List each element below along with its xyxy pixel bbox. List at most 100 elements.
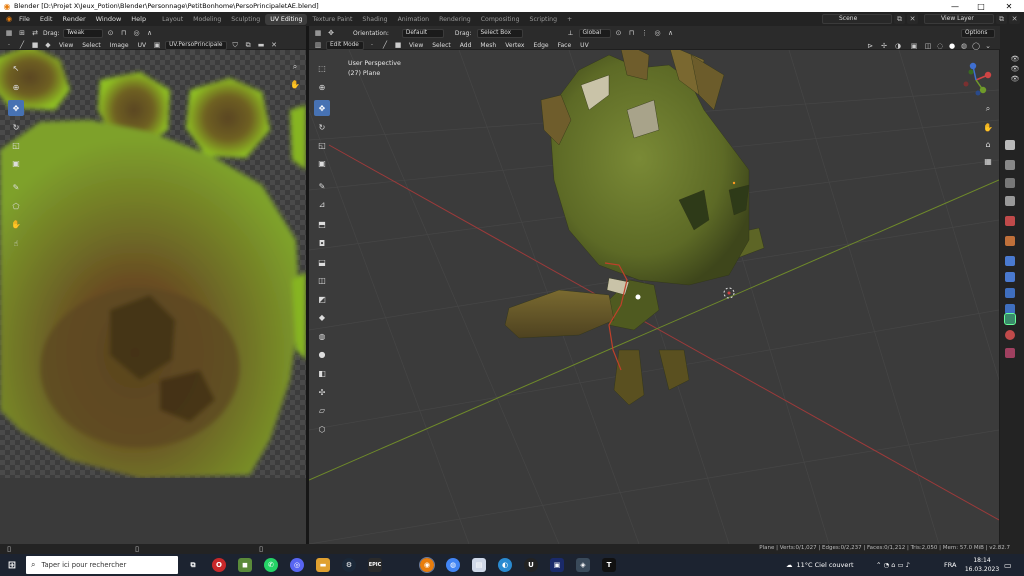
tool-poly-build-icon[interactable]: ◆	[314, 309, 330, 325]
menu-file[interactable]: File	[14, 15, 35, 23]
viewport-menu-face[interactable]: Face	[555, 42, 575, 49]
discord-icon[interactable]: ◎	[290, 558, 304, 572]
tab-layout[interactable]: Layout	[157, 14, 188, 25]
falloff-icon[interactable]: ∧	[145, 28, 155, 38]
tool-bevel-icon[interactable]: ⬓	[314, 254, 330, 270]
viewport-pan-icon[interactable]: ✋	[981, 120, 995, 134]
steam-icon[interactable]: ⚙	[342, 558, 356, 572]
minecraft-icon[interactable]: ◼	[238, 558, 252, 572]
navigation-gizmo[interactable]	[959, 62, 995, 98]
prop-particles-icon[interactable]	[1005, 272, 1015, 282]
scene-copy-icon[interactable]: ⧉	[894, 14, 905, 24]
windows-start-icon[interactable]: ⊞	[5, 558, 19, 572]
uv-face-mode-icon[interactable]: ■	[30, 40, 40, 50]
unreal-icon[interactable]: U	[524, 558, 538, 572]
tab-compositing[interactable]: Compositing	[476, 14, 525, 25]
tool-smooth-icon[interactable]: ●	[314, 346, 330, 362]
uv-tool-rip-icon[interactable]: ⬠	[8, 198, 24, 214]
viewport-menu-add[interactable]: Add	[457, 42, 475, 49]
language-indicator[interactable]: FRA	[944, 554, 956, 576]
app-icon-t[interactable]: T	[602, 558, 616, 572]
tab-scripting[interactable]: Scripting	[525, 14, 563, 25]
task-view-icon[interactable]: ⧉	[186, 558, 200, 572]
viewport-zoom-icon[interactable]: ⌕	[981, 102, 995, 116]
tool-cursor-icon[interactable]: ⊕	[314, 79, 330, 95]
face-select-icon[interactable]: ■	[393, 40, 403, 50]
menu-window[interactable]: Window	[91, 15, 127, 23]
opera-icon[interactable]: O	[212, 558, 226, 572]
close-button[interactable]: ✕	[996, 0, 1022, 12]
tab-uv-editing[interactable]: UV Editing	[265, 13, 308, 25]
menu-render[interactable]: Render	[57, 15, 90, 23]
prop-scene-icon[interactable]	[1005, 216, 1015, 226]
transform-orientation-dropdown[interactable]: Global	[578, 28, 611, 38]
viewport-menu-vertex[interactable]: Vertex	[502, 42, 527, 49]
scene-remove-icon[interactable]: ✕	[907, 14, 918, 24]
notifications-icon[interactable]: ▭	[1004, 554, 1012, 576]
tool-shear-icon[interactable]: ▱	[314, 402, 330, 418]
snap-icon[interactable]: ⊓	[119, 28, 129, 38]
vertex-select-icon[interactable]: ·	[367, 40, 377, 50]
uv-tool-move-icon[interactable]: ✥	[8, 100, 24, 116]
whatsapp-icon[interactable]: ✆	[264, 558, 278, 572]
prop-material-icon[interactable]	[1005, 330, 1015, 340]
proportional-falloff-icon[interactable]: ∧	[666, 28, 676, 38]
uv-tool-rotate-icon[interactable]: ↻	[8, 119, 24, 135]
tool-rotate-icon[interactable]: ↻	[314, 119, 330, 135]
uv-menu-select[interactable]: Select	[79, 42, 104, 49]
editor-type-icon[interactable]: ▦	[4, 28, 14, 38]
tab-shading[interactable]: Shading	[357, 14, 392, 25]
viewport-drag-dropdown[interactable]: Select Box	[476, 28, 523, 38]
tool-knife-icon[interactable]: ◩	[314, 291, 330, 307]
tab-sculpting[interactable]: Sculpting	[226, 14, 265, 25]
uv-image-view[interactable]: ↖ ⊕ ✥ ↻ ◱ ▣ ✎ ⬠ ✋ ☝ ⌕ ✋	[0, 50, 306, 478]
uv-island-mode-icon[interactable]: ◆	[43, 40, 53, 50]
pivot-icon[interactable]: ⊙	[106, 28, 116, 38]
view-layer-remove-icon[interactable]: ✕	[1009, 14, 1020, 24]
scene-selector[interactable]: Scene	[822, 14, 892, 24]
tab-animation[interactable]: Animation	[393, 14, 435, 25]
proportional-editing-icon[interactable]: ◎	[653, 28, 663, 38]
viewport-menu-view[interactable]: View	[406, 42, 426, 49]
3d-viewport[interactable]: User Perspective (27) Plane ⬚ ⊕ ✥ ↻ ◱ ▣ …	[309, 50, 999, 544]
clock[interactable]: 18:14 16.03.2023	[964, 556, 1000, 574]
tool-extrude-icon[interactable]: ⬒	[314, 216, 330, 232]
prop-texture-icon[interactable]	[1005, 348, 1015, 358]
view-layer-copy-icon[interactable]: ⧉	[996, 14, 1007, 24]
edge-icon[interactable]: ◐	[498, 558, 512, 572]
taskbar-search[interactable]: ⌕ Taper ici pour rechercher	[26, 556, 178, 574]
tool-loop-cut-icon[interactable]: ◫	[314, 272, 330, 288]
epic-games-icon[interactable]: EPIC	[368, 558, 382, 572]
prop-output-icon[interactable]	[1005, 178, 1015, 188]
tool-measure-icon[interactable]: ⊿	[314, 196, 330, 212]
weather-widget[interactable]: ☁ 11°C Ciel couvert	[786, 554, 854, 576]
prop-physics-icon[interactable]	[1005, 288, 1015, 298]
menu-help[interactable]: Help	[126, 15, 151, 23]
tab-texture-paint[interactable]: Texture Paint	[307, 14, 357, 25]
proportional-edit-icon[interactable]: ◎	[132, 28, 142, 38]
uv-tool-pinch-icon[interactable]: ☝	[8, 235, 24, 251]
tool-annotate-icon[interactable]: ✎	[314, 178, 330, 194]
transform-orientation-icon[interactable]: ⟂	[566, 28, 576, 38]
viewport-menu-select[interactable]: Select	[429, 42, 454, 49]
prop-world-icon[interactable]	[1005, 236, 1015, 246]
fake-user-icon[interactable]: ⛉	[230, 40, 240, 50]
uv-zoom-icon[interactable]: ⌕	[288, 60, 302, 74]
menu-edit[interactable]: Edit	[35, 15, 58, 23]
notepad-icon[interactable]: ▤	[472, 558, 486, 572]
camera-view-icon[interactable]: ⌂	[981, 137, 995, 151]
options-dropdown[interactable]: Options	[961, 29, 995, 38]
prop-tool-icon[interactable]	[1005, 140, 1015, 150]
tray-icons[interactable]: ⌃ ◔ ⌂ ▭ ♪	[876, 554, 910, 576]
viewport-menu-edge[interactable]: Edge	[530, 42, 551, 49]
uv-menu-image[interactable]: Image	[107, 42, 132, 49]
prop-modifier-icon[interactable]	[1005, 256, 1015, 266]
tool-scale-icon[interactable]: ◱	[314, 137, 330, 153]
viewport-menu-uv[interactable]: UV	[577, 42, 592, 49]
prop-view-layer-icon[interactable]	[1005, 196, 1015, 206]
uv-sync-icon[interactable]: ⇄	[30, 28, 40, 38]
blender-menu-icon[interactable]: ◉	[4, 14, 14, 24]
tool-spin-icon[interactable]: ◍	[314, 328, 330, 344]
uv-tool-3d-cursor-icon[interactable]: ⊕	[8, 79, 24, 95]
tool-transform-icon[interactable]: ▣	[314, 155, 330, 171]
